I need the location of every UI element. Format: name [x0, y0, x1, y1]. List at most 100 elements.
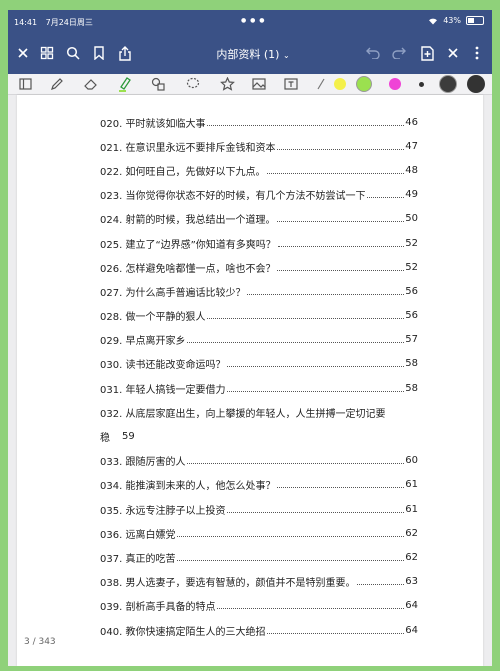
yellow-color-swatch[interactable]	[334, 78, 346, 90]
toc-entry[interactable]: 026. 怎样避免啥都懂一点，啥也不会？ 52	[100, 255, 418, 279]
toc-entry-page: 52	[405, 237, 418, 249]
toc-entry[interactable]: 028. 做一个平静的狠人 56	[100, 304, 418, 328]
toc-entry[interactable]: 021. 在意识里永远不要排斥金钱和资本 47	[100, 134, 418, 158]
pink-color-swatch[interactable]	[389, 78, 401, 90]
toc-entry-page: 56	[405, 310, 418, 322]
redo-icon[interactable]	[390, 44, 408, 62]
toc-entry-title: 039. 剖析高手具备的特点	[100, 602, 216, 614]
image-icon[interactable]	[248, 74, 270, 94]
document-title[interactable]: 内部资料 (1) ⌄	[178, 46, 328, 62]
toc-entry-title: 038. 男人选妻子，要选有智慧的，颜值并不是特别重要。	[100, 578, 356, 590]
battery-percent: 43%	[443, 16, 461, 25]
toc-entry-page: 58	[405, 382, 418, 394]
toc-entry[interactable]: 032. 从底层家庭出生，向上攀援的年轻人，人生拼搏一定切记要	[100, 400, 418, 424]
toc-entry[interactable]: 036. 远离白嫖党 62	[100, 521, 418, 545]
toc-entry-title: 036. 远离白嫖党	[100, 529, 176, 541]
toc-entry-page: 61	[405, 503, 418, 515]
toc-entry-title: 028. 做一个平静的狠人	[100, 312, 206, 324]
toc-dot-leader	[267, 172, 405, 174]
toc-entry-title: 025. 建立了“边界感”你知道有多爽吗？	[100, 239, 276, 251]
toc-entry-title: 034. 能推演到未来的人，他怎么处事？	[100, 481, 276, 493]
green-color-swatch[interactable]	[357, 77, 371, 91]
toc-entry[interactable]: 023. 当你觉得你状态不好的时候，有几个方法不妨尝试一下 49	[100, 183, 418, 207]
toc-entry-title: 040. 教你快速搞定陌生人的三大绝招	[100, 626, 266, 638]
highlighter-icon[interactable]	[114, 74, 136, 94]
toc-entry[interactable]: 035. 永远专注脖子以上投资 61	[100, 497, 418, 521]
wifi-icon	[429, 18, 438, 24]
annotation-toolbar	[8, 74, 492, 95]
page-indicator[interactable]: 3 / 343	[24, 637, 56, 647]
sticker-icon[interactable]	[216, 74, 238, 94]
toc-entry-title: 037. 真正的吃苦	[100, 553, 176, 565]
toc-dot-leader	[227, 366, 405, 368]
toc-entry-page: 56	[405, 285, 418, 297]
toc-entry[interactable]: 033. 跟随厉害的人 60	[100, 449, 418, 473]
chevron-down-icon: ⌄	[282, 51, 290, 60]
toc-entry-page: 60	[405, 455, 418, 467]
shapes-icon[interactable]	[148, 74, 170, 94]
toc-entry-page: 63	[405, 576, 418, 588]
eraser-icon[interactable]	[80, 74, 102, 94]
toc-entry[interactable]: 022. 如何旺自己，先做好以下九点。 48	[100, 158, 418, 182]
toc-entry-page: 61	[405, 479, 418, 491]
more-icon[interactable]	[468, 44, 486, 62]
multitask-dots-icon[interactable]: ● ● ●	[241, 17, 266, 24]
toc-entry-page: 58	[405, 358, 418, 370]
search-icon[interactable]	[64, 44, 82, 62]
toc-entry[interactable]: 038. 男人选妻子，要选有智慧的，颜值并不是特别重要。 63	[100, 570, 418, 594]
toc-entry-page: 50	[405, 213, 418, 225]
x-close-icon[interactable]	[444, 44, 462, 62]
close-icon[interactable]	[14, 44, 32, 62]
toc-entry[interactable]: 039. 剖析高手具备的特点 64	[100, 594, 418, 618]
document-page[interactable]: 020. 平时就该如临大事 46 021. 在意识里永远不要排斥金钱和资本 47 022…	[17, 95, 483, 666]
toc-entry-page: 62	[405, 551, 418, 563]
lasso-icon[interactable]	[182, 74, 204, 94]
toc-entry-title: 031. 年轻人搞钱一定要借力	[100, 384, 226, 396]
toc-entry-page: 48	[405, 164, 418, 176]
medium-size-swatch[interactable]	[440, 76, 456, 92]
toc-dot-leader	[207, 124, 405, 126]
toc-entry[interactable]: 024. 射箭的时候，我总结出一个道理。 50	[100, 207, 418, 231]
toc-entry[interactable]: 037. 真正的吃苦 62	[100, 545, 418, 569]
toc-dot-leader	[277, 487, 405, 489]
toc-entry[interactable]: 031. 年轻人搞钱一定要借力 58	[100, 376, 418, 400]
text-box-icon[interactable]	[280, 74, 302, 94]
toc-entry-title: 023. 当你觉得你状态不好的时候，有几个方法不妨尝试一下	[100, 191, 366, 203]
toc-entry-continuation[interactable]: 稳 59	[100, 424, 418, 448]
toc-entry-page: 49	[405, 189, 418, 201]
toc-dot-leader	[367, 197, 405, 199]
pen-icon[interactable]	[46, 74, 68, 94]
bookmark-icon[interactable]	[90, 44, 108, 62]
toc-entry-title: 033. 跟随厉害的人	[100, 457, 186, 469]
status-left: 14:41 7月24日周三	[14, 17, 99, 28]
toc-dot-leader	[277, 221, 405, 223]
toc-entry-title: 035. 永远专注脖子以上投资	[100, 505, 226, 517]
table-of-contents: 020. 平时就该如临大事 46 021. 在意识里永远不要排斥金钱和资本 47 022…	[100, 110, 418, 642]
toc-dot-leader	[177, 559, 405, 561]
thin-size-swatch[interactable]	[419, 82, 424, 87]
toc-entry-title: 021. 在意识里永远不要排斥金钱和资本	[100, 142, 276, 154]
add-page-icon[interactable]	[418, 44, 436, 62]
undo-icon[interactable]	[364, 44, 382, 62]
toc-entry[interactable]: 020. 平时就该如临大事 46	[100, 110, 418, 134]
toc-dot-leader	[277, 148, 405, 150]
grid-icon[interactable]	[38, 44, 56, 62]
toc-dot-leader	[187, 342, 405, 344]
status-right: 43%	[428, 16, 484, 25]
sidebar-toggle-icon[interactable]	[14, 74, 36, 94]
toc-entry-page: 57	[405, 334, 418, 346]
toc-entry-page: 52	[405, 261, 418, 273]
toc-entry-title: 032. 从底层家庭出生，向上攀援的年轻人，人生拼搏一定切记要	[100, 408, 386, 420]
laser-pointer-icon[interactable]	[310, 74, 332, 94]
toc-entry[interactable]: 027. 为什么高手普遍话比较少？ 56	[100, 279, 418, 303]
toc-entry[interactable]: 029. 早点离开家乡 57	[100, 328, 418, 352]
toc-entry-title: 020. 平时就该如临大事	[100, 118, 206, 130]
toc-dot-leader	[177, 535, 405, 537]
toc-entry[interactable]: 025. 建立了“边界感”你知道有多爽吗？ 52	[100, 231, 418, 255]
watermark: @肆又成语楼	[262, 633, 424, 662]
share-icon[interactable]	[116, 44, 134, 62]
toc-entry[interactable]: 030. 读书还能改变命运吗？ 58	[100, 352, 418, 376]
toc-dot-leader	[277, 245, 405, 247]
toc-entry[interactable]: 034. 能推演到未来的人，他怎么处事？ 61	[100, 473, 418, 497]
thick-size-swatch[interactable]	[467, 75, 485, 93]
